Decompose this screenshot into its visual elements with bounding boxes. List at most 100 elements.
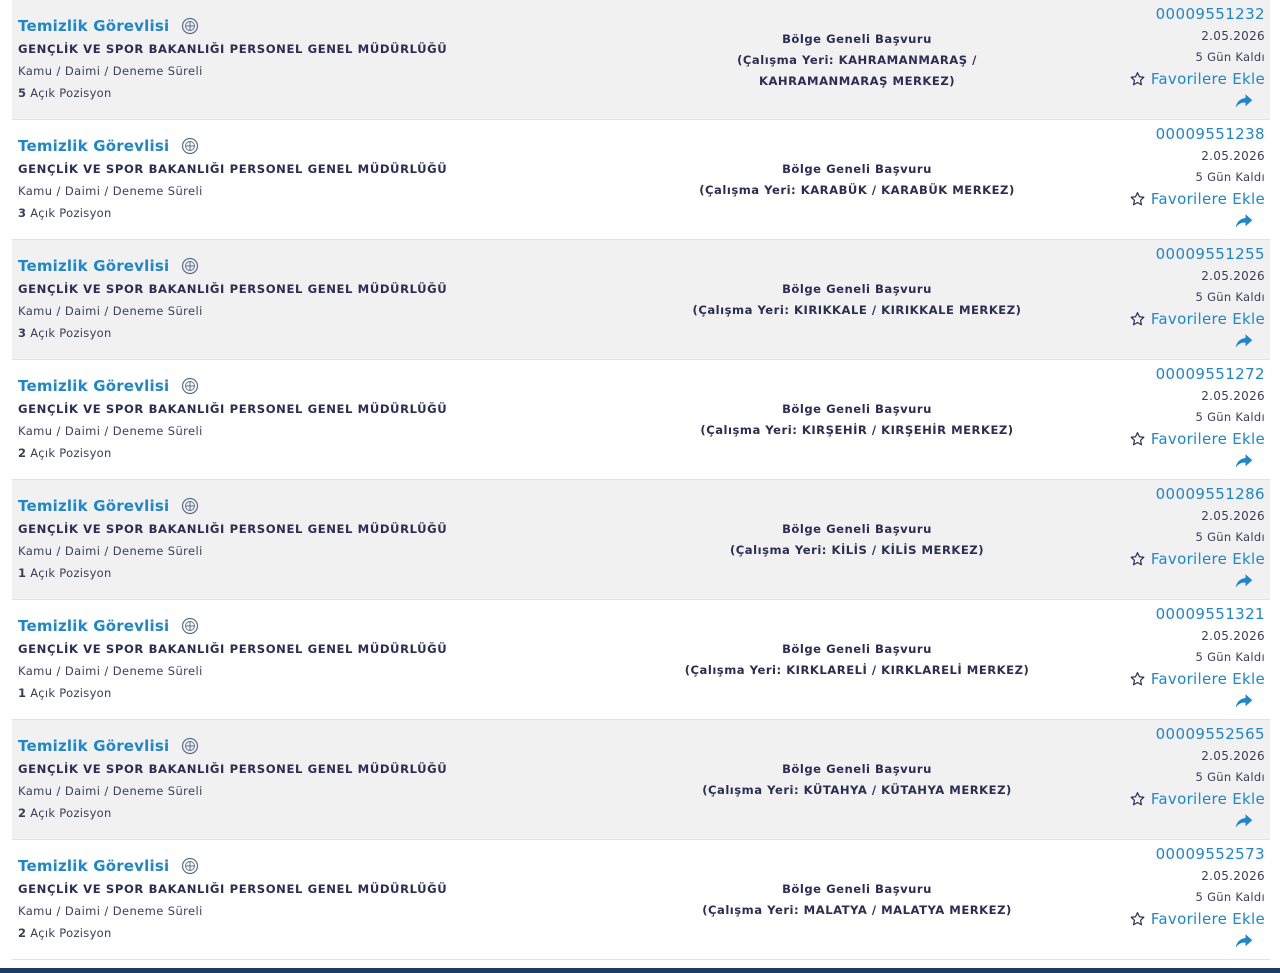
application-info: Bölge Geneli Başvuru (Çalışma Yeri: KIRK…: [632, 600, 1082, 720]
listing-number-link[interactable]: 00009552573: [1045, 843, 1265, 865]
days-remaining: 5 Gün Kaldı: [1195, 650, 1265, 664]
share-button[interactable]: [1045, 93, 1265, 115]
employer-name: GENÇLİK VE SPOR BAKANLIĞI PERSONEL GENEL…: [18, 882, 448, 896]
employer-name: GENÇLİK VE SPOR BAKANLIĞI PERSONEL GENEL…: [18, 402, 448, 416]
favorites-label: Favorilere Ekle: [1150, 910, 1265, 928]
share-arrow-icon: [1235, 574, 1253, 588]
add-to-favorites-button[interactable]: Favorilere Ekle: [1129, 308, 1265, 330]
add-to-favorites-button[interactable]: Favorilere Ekle: [1129, 188, 1265, 210]
open-positions: 1 Açık Pozisyon: [18, 566, 618, 580]
star-outline-icon: [1130, 672, 1145, 686]
job-title-link[interactable]: Temizlik Görevlisi: [18, 737, 169, 755]
application-type: Bölge Geneli Başvuru: [782, 31, 932, 46]
star-outline-icon: [1130, 432, 1145, 446]
add-to-favorites-button[interactable]: Favorilere Ekle: [1129, 668, 1265, 690]
employment-type: Kamu / Daimi / Deneme Süreli: [18, 304, 203, 318]
job-title-link[interactable]: Temizlik Görevlisi: [18, 617, 169, 635]
listing-number-link[interactable]: 00009551272: [1045, 363, 1265, 385]
work-location: (Çalışma Yeri: KIRIKKALE / KIRIKKALE MER…: [692, 303, 1022, 317]
employer-name: GENÇLİK VE SPOR BAKANLIĞI PERSONEL GENEL…: [18, 162, 448, 176]
job-title-link[interactable]: Temizlik Görevlisi: [18, 137, 169, 155]
work-location: (Çalışma Yeri: KARABÜK / KARABÜK MERKEZ): [699, 183, 1015, 197]
job-listing-row: Temizlik Görevlisi GENÇLİK VE SPOR BAKAN…: [12, 720, 1270, 840]
share-button[interactable]: [1045, 333, 1265, 355]
ministry-emblem-icon: [182, 137, 199, 155]
star-outline-icon: [1130, 72, 1145, 86]
favorites-label: Favorilere Ekle: [1150, 430, 1265, 448]
employer-name: GENÇLİK VE SPOR BAKANLIĞI PERSONEL GENEL…: [18, 642, 448, 656]
listing-number-link[interactable]: 00009551286: [1045, 483, 1265, 505]
listing-info: Temizlik Görevlisi GENÇLİK VE SPOR BAKAN…: [18, 14, 618, 100]
job-listing-row: Temizlik Görevlisi GENÇLİK VE SPOR BAKAN…: [12, 600, 1270, 720]
job-title-link[interactable]: Temizlik Görevlisi: [18, 377, 169, 395]
share-arrow-icon: [1235, 814, 1253, 828]
job-title-link[interactable]: Temizlik Görevlisi: [18, 857, 169, 875]
ministry-emblem-icon: [182, 857, 199, 875]
listing-actions: 00009551321 2.05.2026 5 Gün Kaldı Favori…: [1045, 603, 1265, 715]
days-remaining: 5 Gün Kaldı: [1195, 50, 1265, 64]
employment-type: Kamu / Daimi / Deneme Süreli: [18, 784, 203, 798]
listing-info: Temizlik Görevlisi GENÇLİK VE SPOR BAKAN…: [18, 374, 618, 460]
position-count: 3: [18, 206, 27, 220]
employer-name: GENÇLİK VE SPOR BAKANLIĞI PERSONEL GENEL…: [18, 762, 448, 776]
position-count: 1: [18, 686, 27, 700]
add-to-favorites-button[interactable]: Favorilere Ekle: [1129, 68, 1265, 90]
job-listing-row: Temizlik Görevlisi GENÇLİK VE SPOR BAKAN…: [12, 240, 1270, 360]
work-location: (Çalışma Yeri: KİLİS / KİLİS MERKEZ): [729, 543, 984, 557]
open-positions: 2 Açık Pozisyon: [18, 926, 618, 940]
days-remaining: 5 Gün Kaldı: [1195, 890, 1265, 904]
position-count: 1: [18, 566, 27, 580]
job-title-link[interactable]: Temizlik Görevlisi: [18, 497, 169, 515]
listing-number-link[interactable]: 00009551255: [1045, 243, 1265, 265]
listing-number-link[interactable]: 00009551238: [1045, 123, 1265, 145]
share-button[interactable]: [1045, 213, 1265, 235]
listing-info: Temizlik Görevlisi GENÇLİK VE SPOR BAKAN…: [18, 734, 618, 820]
star-outline-icon: [1130, 552, 1145, 566]
job-title-link[interactable]: Temizlik Görevlisi: [18, 257, 169, 275]
share-button[interactable]: [1045, 573, 1265, 595]
star-outline-icon: [1130, 192, 1145, 206]
share-button[interactable]: [1045, 693, 1265, 715]
add-to-favorites-button[interactable]: Favorilere Ekle: [1129, 548, 1265, 570]
job-listing-row: Temizlik Görevlisi GENÇLİK VE SPOR BAKAN…: [12, 120, 1270, 240]
listing-number-link[interactable]: 00009551321: [1045, 603, 1265, 625]
listing-actions: 00009552565 2.05.2026 5 Gün Kaldı Favori…: [1045, 723, 1265, 835]
open-positions: 2 Açık Pozisyon: [18, 806, 618, 820]
listing-date: 2.05.2026: [1201, 629, 1265, 643]
share-button[interactable]: [1045, 933, 1265, 955]
add-to-favorites-button[interactable]: Favorilere Ekle: [1129, 908, 1265, 930]
listing-actions: 00009551232 2.05.2026 5 Gün Kaldı Favori…: [1045, 3, 1265, 115]
days-remaining: 5 Gün Kaldı: [1195, 530, 1265, 544]
days-remaining: 5 Gün Kaldı: [1195, 770, 1265, 784]
days-remaining: 5 Gün Kaldı: [1195, 170, 1265, 184]
job-listing-row: Temizlik Görevlisi GENÇLİK VE SPOR BAKAN…: [12, 840, 1270, 960]
work-location: (Çalışma Yeri: KÜTAHYA / KÜTAHYA MERKEZ): [702, 783, 1012, 797]
job-title-link[interactable]: Temizlik Görevlisi: [18, 17, 169, 35]
open-positions: 3 Açık Pozisyon: [18, 206, 618, 220]
employment-type: Kamu / Daimi / Deneme Süreli: [18, 184, 203, 198]
listing-info: Temizlik Görevlisi GENÇLİK VE SPOR BAKAN…: [18, 854, 618, 940]
listing-number-link[interactable]: 00009551232: [1045, 3, 1265, 25]
listing-number-link[interactable]: 00009552565: [1045, 723, 1265, 745]
share-arrow-icon: [1235, 934, 1253, 948]
ministry-emblem-icon: [182, 617, 199, 635]
application-type: Bölge Geneli Başvuru: [782, 402, 932, 416]
application-type: Bölge Geneli Başvuru: [782, 162, 932, 176]
open-positions: 5 Açık Pozisyon: [18, 86, 618, 100]
listing-actions: 00009551238 2.05.2026 5 Gün Kaldı Favori…: [1045, 123, 1265, 235]
position-label: Açık Pozisyon: [30, 86, 112, 100]
position-count: 5: [18, 86, 27, 100]
days-remaining: 5 Gün Kaldı: [1195, 410, 1265, 424]
ministry-emblem-icon: [182, 737, 199, 755]
listing-actions: 00009551255 2.05.2026 5 Gün Kaldı Favori…: [1045, 243, 1265, 355]
employment-type: Kamu / Daimi / Deneme Süreli: [18, 544, 203, 558]
job-listing-row: Temizlik Görevlisi GENÇLİK VE SPOR BAKAN…: [12, 480, 1270, 600]
employment-type: Kamu / Daimi / Deneme Süreli: [18, 64, 203, 78]
share-button[interactable]: [1045, 813, 1265, 835]
add-to-favorites-button[interactable]: Favorilere Ekle: [1129, 788, 1265, 810]
share-button[interactable]: [1045, 453, 1265, 475]
add-to-favorites-button[interactable]: Favorilere Ekle: [1129, 428, 1265, 450]
listing-date: 2.05.2026: [1201, 869, 1265, 883]
favorites-label: Favorilere Ekle: [1150, 550, 1265, 568]
favorites-label: Favorilere Ekle: [1150, 310, 1265, 328]
